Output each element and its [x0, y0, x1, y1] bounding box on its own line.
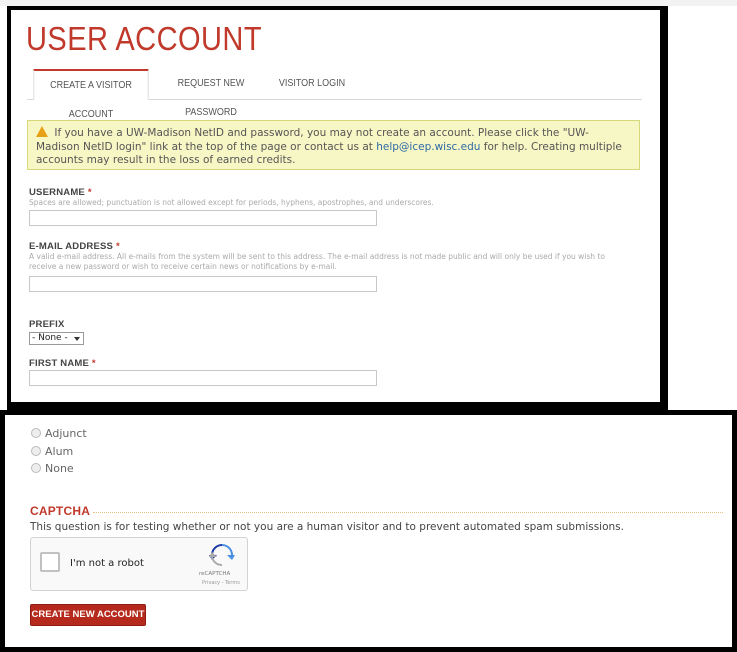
recaptcha-widget: I'm not a robot reCAPTCHA Privacy - Term… [30, 537, 248, 591]
warning-icon [36, 126, 48, 137]
account-form-panel-top: USER ACCOUNT CREATE A VISITOR ACCOUNT RE… [7, 6, 668, 410]
radio-option-label: Alum [45, 445, 74, 458]
radio-option-adjunct[interactable]: Adjunct [31, 427, 87, 441]
tab-request-new-password[interactable]: REQUEST NEW PASSWORD [161, 69, 262, 118]
account-form-panel-bottom: Adjunct Alum None CAPTCHA This question … [0, 410, 737, 652]
email-input[interactable] [29, 276, 377, 292]
not-a-robot-checkbox[interactable] [40, 552, 60, 572]
captcha-divider [93, 512, 723, 513]
account-tabs: CREATE A VISITOR ACCOUNT REQUEST NEW PAS… [27, 69, 642, 120]
username-help: Spaces are allowed; punctuation is not a… [29, 198, 434, 207]
required-mark: * [91, 358, 96, 369]
tab-visitor-login[interactable]: VISITOR LOGIN [275, 69, 349, 98]
email-help: A valid e-mail address. All e-mails from… [29, 252, 605, 271]
prefix-selected-value: - None - [32, 333, 68, 343]
page-title: USER ACCOUNT [26, 20, 263, 57]
radio-option-alum[interactable]: Alum [31, 445, 73, 459]
username-label: USERNAME * [29, 187, 92, 198]
radio-circle-icon [31, 446, 41, 456]
prefix-label: PREFIX [29, 319, 65, 330]
radio-option-label: None [45, 462, 74, 475]
radio-circle-icon [31, 428, 41, 438]
captcha-heading: CAPTCHA [30, 504, 91, 518]
help-email-link[interactable]: help@icep.wisc.edu [376, 141, 480, 153]
create-new-account-button[interactable]: CREATE NEW ACCOUNT [30, 604, 146, 626]
recaptcha-logo-icon [209, 544, 235, 566]
required-mark: * [87, 187, 92, 198]
username-input[interactable] [29, 210, 377, 226]
radio-option-label: Adjunct [45, 427, 87, 440]
netid-warning-alert: If you have a UW-Madison NetID and passw… [27, 120, 640, 170]
username-label-text: USERNAME [29, 187, 85, 198]
email-label-text: E-MAIL ADDRESS [29, 241, 114, 252]
recaptcha-privacy-terms[interactable]: Privacy - Terms [202, 580, 240, 586]
required-mark: * [115, 241, 120, 252]
captcha-description: This question is for testing whether or … [30, 521, 624, 533]
recaptcha-brand: reCAPTCHA [199, 571, 231, 577]
radio-circle-icon [31, 463, 41, 473]
radio-option-none[interactable]: None [31, 462, 74, 476]
not-a-robot-label: I'm not a robot [70, 558, 144, 569]
chevron-down-icon [74, 337, 80, 341]
tab-create-visitor-account[interactable]: CREATE A VISITOR ACCOUNT [33, 69, 149, 120]
prefix-select[interactable]: - None - [29, 332, 84, 345]
first-name-label: FIRST NAME * [29, 358, 96, 369]
first-name-label-text: FIRST NAME [29, 358, 90, 369]
first-name-input[interactable] [29, 370, 377, 386]
email-label: E-MAIL ADDRESS * [29, 241, 120, 252]
